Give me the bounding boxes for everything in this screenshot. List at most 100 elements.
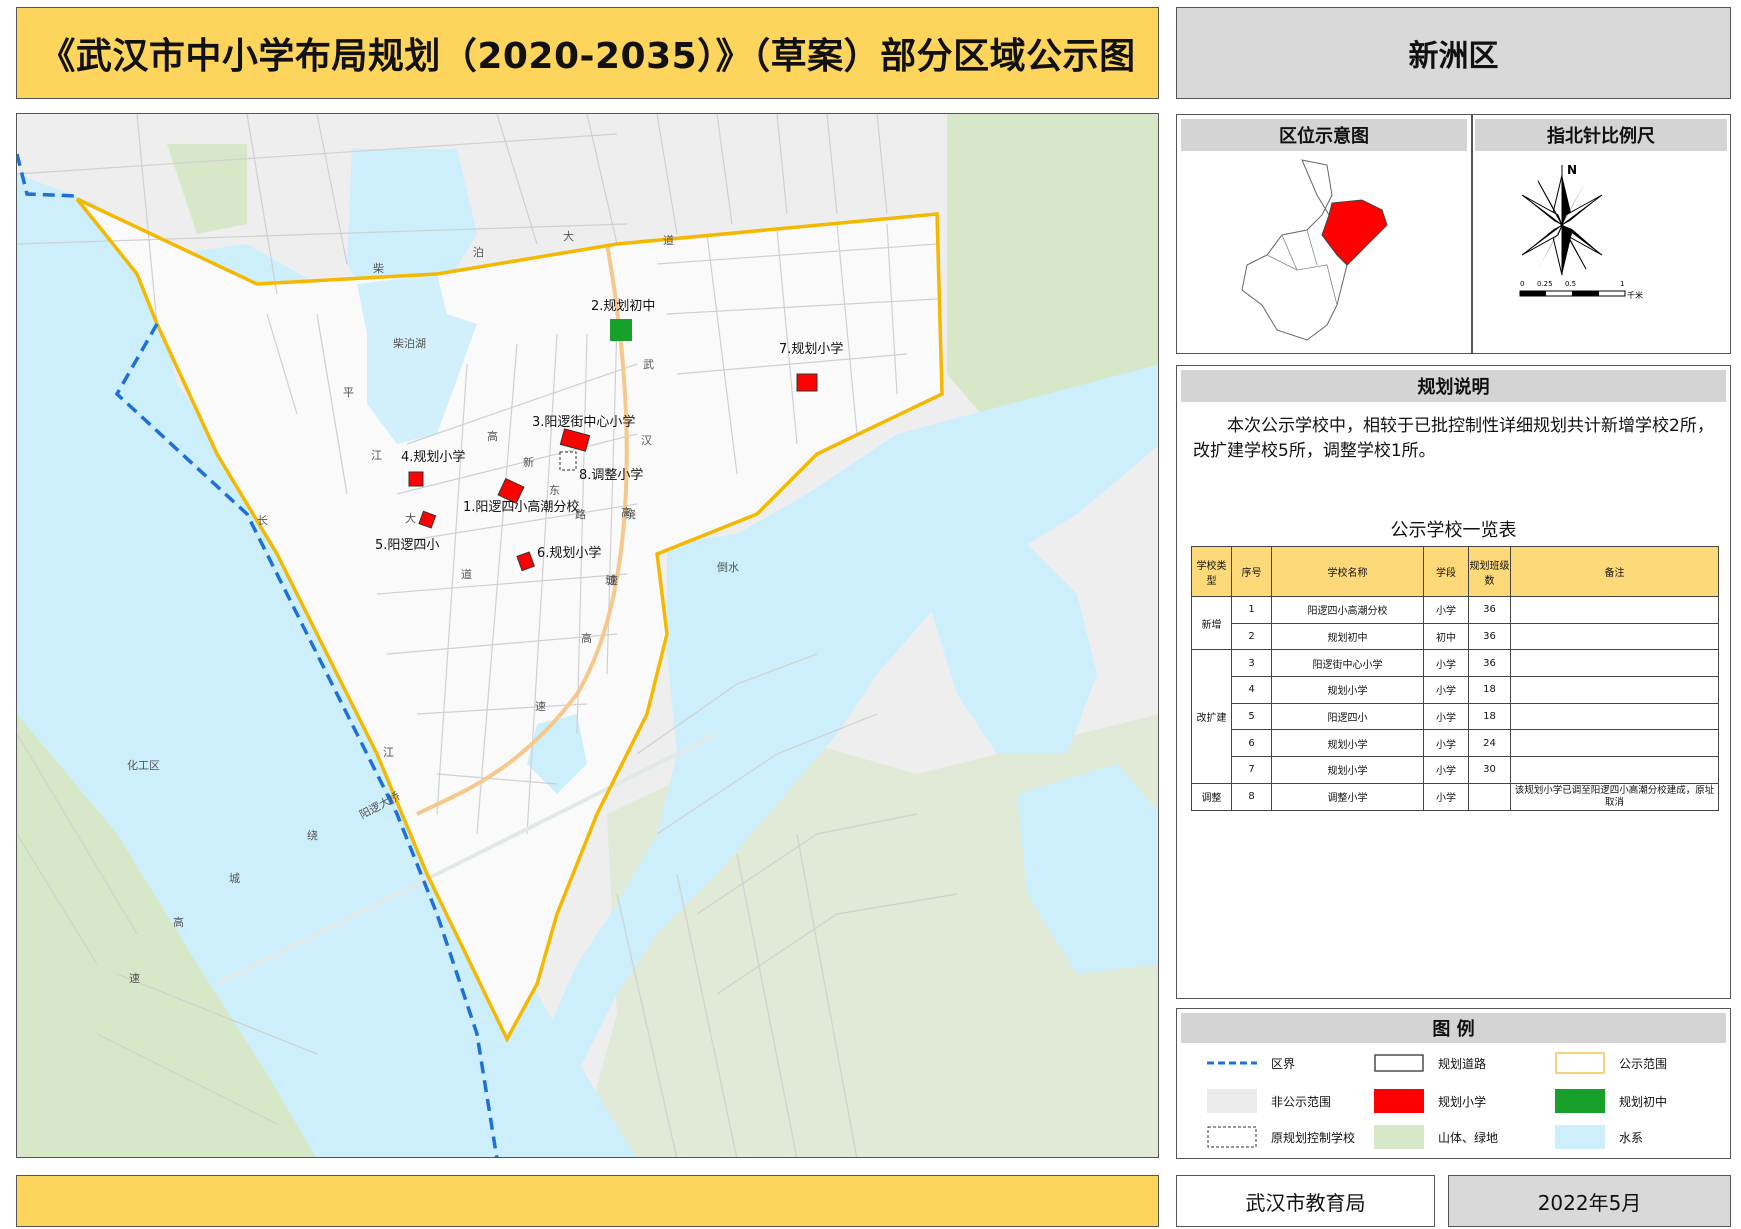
- legend-item: 山体、绿地: [1374, 1125, 1498, 1149]
- road-char: 绕: [307, 829, 318, 842]
- road-char: 江: [371, 449, 382, 462]
- road-char: 高: [581, 631, 592, 645]
- legend-item: 区界: [1207, 1051, 1295, 1075]
- classes-cell: 30: [1468, 756, 1511, 784]
- no-cell: 3: [1231, 649, 1272, 678]
- legend-label: 区界: [1271, 1056, 1296, 1071]
- school-label: 1.阳逻四小高潮分校: [463, 499, 579, 515]
- road-char: 速: [535, 700, 546, 713]
- no-cell: 1: [1231, 596, 1272, 624]
- road-char: 城: [229, 872, 240, 885]
- stage-cell: 小学: [1423, 702, 1469, 731]
- dashed-line-icon: [1207, 1061, 1257, 1065]
- road-char: 绕: [625, 508, 636, 521]
- road-char: 城: [605, 574, 616, 587]
- note-cell: 该规划小学已调至阳逻四小高潮分校建成，原址取消: [1510, 782, 1719, 811]
- legend-panel: 图 例 区界 规划道路 公示范围 非公示范围 规划小学 规划初中 原规划控制学校…: [1176, 1008, 1731, 1159]
- legend-label: 规划初中: [1619, 1094, 1668, 1109]
- note-cell: [1510, 622, 1719, 651]
- note-cell: [1510, 756, 1719, 784]
- table-row: 2 规划初中 初中 36: [1192, 622, 1719, 651]
- school-marker[interactable]: [796, 373, 818, 392]
- road-char: 路: [575, 508, 586, 521]
- road-char: 高: [173, 915, 184, 929]
- legend-label: 公示范围: [1619, 1056, 1668, 1071]
- title-banner: 《武汉市中小学布局规划（2020-2035）》（草案）部分区域公示图: [16, 7, 1159, 99]
- main-map[interactable]: 1.阳逻四小高潮分校 2.规划初中 3.阳逻街中心小学 4.规划小学 5.阳逻四…: [16, 113, 1159, 1158]
- legend-item: 非公示范围: [1207, 1089, 1331, 1113]
- school-label: 4.规划小学: [401, 449, 465, 465]
- type-cell: 调整: [1191, 782, 1232, 811]
- no-cell: 6: [1231, 729, 1272, 758]
- place-label: 柴泊湖: [393, 336, 426, 350]
- school-marker[interactable]: [559, 451, 577, 471]
- road-char: 平: [343, 386, 354, 399]
- compass-title: 指北针比例尺: [1475, 119, 1727, 151]
- road-char: 泊: [473, 246, 484, 259]
- table-row: 7 规划小学 小学 30: [1192, 756, 1719, 784]
- column-header: 学校名称: [1271, 546, 1424, 597]
- scale-tick: 0: [1520, 280, 1524, 288]
- classes-cell: 18: [1468, 702, 1511, 731]
- legend-label: 原规划控制学校: [1271, 1130, 1356, 1145]
- school-marker[interactable]: [408, 471, 424, 487]
- scale-unit: 千米: [1627, 290, 1643, 300]
- type-cell: 新增: [1191, 595, 1232, 651]
- name-cell: 规划小学: [1271, 676, 1424, 704]
- location-map: [1241, 159, 1388, 341]
- name-cell: 阳逻四小: [1271, 702, 1424, 731]
- column-header: 规划班级数: [1468, 546, 1511, 597]
- road-char: 武: [643, 358, 654, 371]
- note-cell: [1510, 596, 1719, 624]
- school-label: 8.调整小学: [579, 467, 643, 483]
- legend-label: 水系: [1619, 1130, 1644, 1145]
- road-char: 江: [383, 746, 394, 759]
- legend-label: 山体、绿地: [1438, 1130, 1499, 1145]
- school-marker[interactable]: [610, 319, 632, 341]
- road-char: 高: [487, 429, 498, 443]
- scale-tick: 0.25: [1537, 280, 1553, 288]
- note-cell: [1510, 702, 1719, 731]
- classes-cell: 36: [1468, 596, 1511, 624]
- planning-notes-title: 规划说明: [1181, 370, 1726, 402]
- footer-bar: [16, 1175, 1159, 1227]
- scale-tick: 1: [1620, 280, 1624, 288]
- footer-org: 武汉市教育局: [1176, 1175, 1435, 1227]
- north-label: N: [1567, 163, 1577, 177]
- compass-rose-icon: [1521, 174, 1603, 276]
- legend-title: 图 例: [1181, 1013, 1726, 1043]
- stage-cell: 小学: [1423, 676, 1469, 704]
- classes-cell: 36: [1468, 622, 1511, 651]
- road-icon: [1374, 1054, 1424, 1072]
- note-cell: [1510, 729, 1719, 758]
- legend-label: 规划小学: [1438, 1094, 1487, 1109]
- school-label: 5.阳逻四小: [375, 538, 439, 553]
- page-title: 《武汉市中小学布局规划（2020-2035）》（草案）部分区域公示图: [39, 36, 1136, 77]
- road-char: 大: [405, 511, 416, 525]
- legend-item: 规划道路: [1374, 1051, 1486, 1075]
- place-label: 化工区: [127, 758, 160, 772]
- school-table-title: 公示学校一览表: [1390, 520, 1517, 541]
- road-char: 东: [549, 484, 560, 497]
- grey-fill-icon: [1207, 1089, 1257, 1113]
- school-label: 3.阳逻街中心小学: [532, 414, 635, 430]
- name-cell: 规划小学: [1271, 756, 1424, 784]
- footer-date: 2022年5月: [1448, 1175, 1731, 1227]
- table-row: 4 规划小学 小学 18: [1192, 676, 1719, 704]
- table-row: 改扩建 3 阳逻街中心小学 小学 36: [1191, 649, 1719, 784]
- legend-label: 非公示范围: [1271, 1094, 1332, 1109]
- table-row: 5 阳逻四小 小学 18: [1192, 702, 1719, 731]
- school-label: 2.规划初中: [591, 299, 655, 314]
- stage-cell: 小学: [1423, 729, 1469, 758]
- no-cell: 8: [1231, 782, 1272, 811]
- school-label: 7.规划小学: [779, 341, 843, 357]
- stage-cell: 小学: [1423, 596, 1469, 624]
- name-cell: 规划初中: [1271, 622, 1424, 651]
- classes-cell: [1468, 782, 1511, 811]
- road-char: 汉: [641, 434, 652, 447]
- name-cell: 阳逻街中心小学: [1271, 649, 1424, 678]
- column-header: 学校类型: [1191, 546, 1232, 597]
- location-title: 区位示意图: [1181, 119, 1467, 151]
- green-fill-icon: [1555, 1089, 1605, 1113]
- district-name: 新洲区: [1408, 39, 1499, 74]
